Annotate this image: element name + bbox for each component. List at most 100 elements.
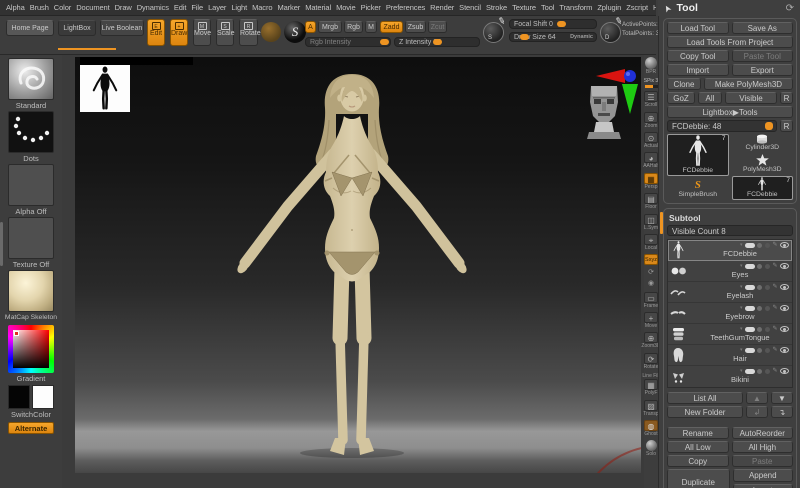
menu-item-stroke[interactable]: Stroke xyxy=(486,3,507,12)
menu-item-brush[interactable]: Brush xyxy=(30,3,49,12)
alpha-flyout-button[interactable]: ✎ D xyxy=(600,22,621,43)
menu-item-alpha[interactable]: Alpha xyxy=(6,3,25,12)
subtool-fold-icon[interactable]: ▾ xyxy=(740,368,743,374)
color-a-button[interactable]: A xyxy=(305,21,316,33)
z-intensity-slider[interactable]: Z Intensity 25 xyxy=(394,37,480,47)
frame-button[interactable]: ▭ Frame xyxy=(643,292,659,309)
paint-icon[interactable]: ✎ xyxy=(772,305,777,311)
brush-label[interactable]: Standard xyxy=(0,100,62,111)
mini-target-button[interactable]: ◉ xyxy=(643,280,659,288)
polyf-button[interactable]: Line Fill ▦ PolyF xyxy=(643,373,659,396)
paint-icon[interactable]: ✎ xyxy=(772,326,777,332)
axis-x-cone[interactable] xyxy=(596,69,625,83)
zoom3d-button[interactable]: ⊕ Zoom3D xyxy=(643,332,659,349)
menu-item-edit[interactable]: Edit xyxy=(174,3,187,12)
toggle-icon[interactable] xyxy=(757,327,762,332)
stroke-label[interactable]: Dots xyxy=(0,153,62,164)
rgb-button[interactable]: Rgb xyxy=(344,21,363,33)
paint-icon[interactable]: ✎ xyxy=(772,284,777,290)
subtool-fold-icon[interactable]: ▾ xyxy=(740,326,743,332)
switchcolor-label[interactable]: SwitchColor xyxy=(0,409,62,420)
visibility-pill-icon[interactable] xyxy=(745,348,755,353)
export-button[interactable]: Export xyxy=(732,64,794,76)
duplicate-button[interactable]: Duplicate xyxy=(667,469,730,488)
axis-y-cone[interactable] xyxy=(622,84,638,114)
alpha-label[interactable]: Alpha Off xyxy=(0,206,62,217)
subtool-fold-icon[interactable]: ▾ xyxy=(740,284,743,290)
goz-r-button[interactable]: R xyxy=(780,92,793,104)
floor-button[interactable]: ▤ Floor xyxy=(643,193,659,210)
menu-item-macro[interactable]: Macro xyxy=(252,3,272,12)
eye-icon[interactable] xyxy=(780,242,789,248)
eye-icon[interactable] xyxy=(780,326,789,332)
material-label[interactable]: MatCap Skeleton xyxy=(0,312,62,323)
tray-scrollbar[interactable] xyxy=(0,222,3,266)
clone-button[interactable]: Clone xyxy=(667,78,701,90)
eye-icon[interactable] xyxy=(780,284,789,290)
subtool-fold-icon[interactable]: ▾ xyxy=(740,347,743,353)
subtool-row-bikini[interactable]: ▾✎ Bikini xyxy=(668,366,792,387)
all-high-button[interactable]: All High xyxy=(732,441,794,453)
lightbox-button[interactable]: LightBox xyxy=(58,20,96,36)
ghost-button[interactable]: ◍ Ghost xyxy=(643,420,659,437)
document-area[interactable] xyxy=(75,57,641,473)
menu-item-layer[interactable]: Layer xyxy=(208,3,226,12)
visibility-pill-icon[interactable] xyxy=(745,306,755,311)
home-page-button[interactable]: Home Page xyxy=(6,20,54,36)
menu-item-zplugin[interactable]: Zplugin xyxy=(597,3,621,12)
focal-shift-slider[interactable]: Focal Shift 0 xyxy=(509,19,597,29)
scale-mode-button[interactable]: SScale xyxy=(216,19,234,46)
eye-icon[interactable] xyxy=(780,263,789,269)
slider-r-button[interactable]: R xyxy=(780,120,793,132)
toggle-icon[interactable] xyxy=(757,348,762,353)
viewport-canvas[interactable] xyxy=(62,55,644,488)
active-tool-knob[interactable] xyxy=(765,122,773,130)
toggle2-icon[interactable] xyxy=(765,348,770,353)
goz-button[interactable]: GoZ xyxy=(667,92,695,104)
live-boolean-button[interactable]: Live Boolean xyxy=(100,20,144,36)
toggle2-icon[interactable] xyxy=(765,243,770,248)
toggle2-icon[interactable] xyxy=(765,285,770,290)
menu-item-color[interactable]: Color xyxy=(54,3,71,12)
bpr-render-button[interactable]: BPR xyxy=(643,57,659,75)
tool-thumb-fcdebbie[interactable]: 7 FCDebbie xyxy=(667,134,729,176)
menu-item-transform[interactable]: Transform xyxy=(559,3,592,12)
rename-button[interactable]: Rename xyxy=(667,427,729,439)
main-color-swatch[interactable] xyxy=(8,385,30,409)
rgb-intensity-knob[interactable] xyxy=(380,39,389,45)
subtool-up-button[interactable]: ▲ xyxy=(746,392,768,404)
secondary-color-swatch[interactable] xyxy=(32,385,54,409)
goz-all-button[interactable]: All xyxy=(698,92,722,104)
menu-item-stencil[interactable]: Stencil xyxy=(459,3,481,12)
subtool-fold-icon[interactable]: ▾ xyxy=(740,242,743,248)
sculpt-model-figure[interactable] xyxy=(230,60,475,460)
color-picker[interactable] xyxy=(8,325,54,373)
subtool-row-fcdebbie[interactable]: ▾✎ FCDebbie xyxy=(668,240,792,261)
rotate-mode-button[interactable]: RRotate xyxy=(239,19,258,46)
zcut-button[interactable]: Zcut xyxy=(428,21,447,33)
rgb-intensity-slider[interactable]: Rgb Intensity xyxy=(305,37,391,47)
current-brush-thumbnail[interactable] xyxy=(8,58,54,100)
load-tools-from-project-button[interactable]: Load Tools From Project xyxy=(667,36,793,48)
draw-size-knob[interactable] xyxy=(520,34,529,40)
aahalf-button[interactable]: ◕ AAHalf xyxy=(643,152,659,169)
copy-subtool-button[interactable]: Copy xyxy=(667,455,729,467)
actual-button[interactable]: ⊙ Actual xyxy=(643,132,659,149)
current-material-thumbnail[interactable] xyxy=(8,270,54,312)
menu-item-zscript[interactable]: Zscript xyxy=(626,3,648,12)
menu-item-document[interactable]: Document xyxy=(76,3,109,12)
menu-item-help[interactable]: Help xyxy=(653,3,656,12)
folder-move-button[interactable]: ↴ xyxy=(771,406,793,418)
menu-item-render[interactable]: Render xyxy=(430,3,454,12)
lsym-button[interactable]: ◫ L.Sym xyxy=(643,214,659,231)
active-tool-slider[interactable]: FCDebbie: 48 xyxy=(667,120,777,132)
toggle2-icon[interactable] xyxy=(765,264,770,269)
paste-subtool-button[interactable]: Paste xyxy=(732,455,794,467)
eye-icon[interactable] xyxy=(780,368,789,374)
eye-icon[interactable] xyxy=(780,347,789,353)
visibility-pill-icon[interactable] xyxy=(745,243,755,248)
import-button[interactable]: Import xyxy=(667,64,729,76)
focal-shift-knob[interactable] xyxy=(557,21,566,27)
alternate-button[interactable]: Alternate xyxy=(8,422,54,434)
list-all-button[interactable]: List All xyxy=(667,392,743,404)
